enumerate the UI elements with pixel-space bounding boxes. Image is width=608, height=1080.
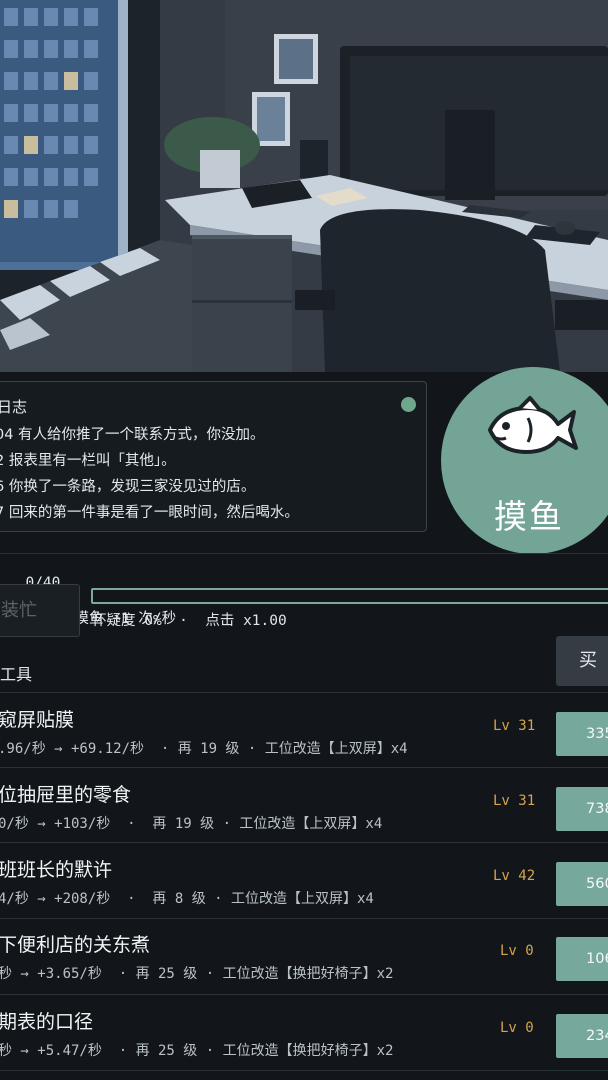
suspicion-progress-bar: [91, 588, 608, 604]
tool-item-name: 期表的口径: [0, 1011, 94, 1033]
suspicion-status: 怀疑度 0% · 点击 x1.00: [92, 613, 287, 629]
tool-item-name: 位抽屉里的零食: [0, 784, 132, 806]
slack-off-button[interactable]: 摸鱼: [441, 367, 608, 554]
pretend-busy-button[interactable]: 装忙: [0, 584, 80, 637]
log-line: 04 有人给你推了一个联系方式，你没加。: [0, 427, 265, 443]
tool-item[interactable]: 班班长的默许 4/秒 → +208/秒 · 再 8 级 · 工位改造【上双屏】x…: [0, 852, 608, 922]
fish-icon: [488, 396, 578, 454]
tool-item-price-button[interactable]: 560: [556, 862, 608, 906]
tool-item-name: 窥屏贴膜: [0, 709, 75, 731]
office-scene-illustration: [0, 0, 608, 372]
tool-item-detail: .96/秒 → +69.12/秒 · 再 19 级 · 工位改造【上双屏】x4: [0, 741, 408, 757]
tools-section-title: 工具: [0, 665, 33, 684]
divider: [0, 994, 608, 995]
tool-item-name: 班班长的默许: [0, 859, 113, 881]
tool-item-level: Lv 42: [493, 868, 536, 884]
divider: [0, 918, 608, 919]
log-line: 7 回来的第一件事是看了一眼时间，然后喝水。: [0, 505, 299, 521]
tool-item[interactable]: 位抽屉里的零食 0/秒 → +103/秒 · 再 19 级 · 工位改造【上双屏…: [0, 777, 608, 847]
tool-item[interactable]: 窥屏贴膜 .96/秒 → +69.12/秒 · 再 19 级 · 工位改造【上双…: [0, 702, 608, 772]
divider: [0, 553, 608, 554]
log-line: 2 报表里有一栏叫「其他」。: [0, 453, 176, 469]
tool-item[interactable]: 下便利店的关东煮 秒 → +3.65/秒 · 再 25 级 · 工位改造【换把好…: [0, 927, 608, 997]
slack-off-label: 摸鱼: [494, 497, 564, 536]
log-panel: 日志 04 有人给你推了一个联系方式，你没加。 2 报表里有一栏叫「其他」。 6…: [0, 381, 427, 532]
tool-item-level: Lv 31: [493, 718, 536, 734]
divider: [0, 1070, 608, 1071]
log-title: 日志: [0, 398, 28, 416]
buy-button[interactable]: 买: [556, 636, 608, 686]
divider: [0, 842, 608, 843]
divider: [0, 692, 608, 693]
tool-item-detail: 秒 → +5.47/秒 · 再 25 级 · 工位改造【换把好椅子】x2: [0, 1043, 394, 1059]
tool-item-level: Lv 31: [493, 793, 536, 809]
tool-item-price-button[interactable]: 335: [556, 712, 608, 756]
tool-item-name: 下便利店的关东煮: [0, 934, 151, 956]
tool-item-price-button[interactable]: 738: [556, 787, 608, 831]
divider: [0, 767, 608, 768]
tool-item-level: Lv 0: [500, 943, 534, 959]
tool-item-price-button[interactable]: 106: [556, 937, 608, 981]
tool-item-level: Lv 0: [500, 1020, 534, 1036]
status-indicator-dot: [401, 397, 416, 412]
tool-item[interactable]: 期表的口径 秒 → +5.47/秒 · 再 25 级 · 工位改造【换把好椅子】…: [0, 1004, 608, 1074]
tool-item-detail: 0/秒 → +103/秒 · 再 19 级 · 工位改造【上双屏】x4: [0, 816, 383, 832]
log-line: 6 你换了一条路，发现三家没见过的店。: [0, 479, 256, 495]
tool-item-detail: 4/秒 → +208/秒 · 再 8 级 · 工位改造【上双屏】x4: [0, 891, 374, 907]
tool-item-detail: 秒 → +3.65/秒 · 再 25 级 · 工位改造【换把好椅子】x2: [0, 966, 394, 982]
tool-item-price-button[interactable]: 234: [556, 1014, 608, 1058]
